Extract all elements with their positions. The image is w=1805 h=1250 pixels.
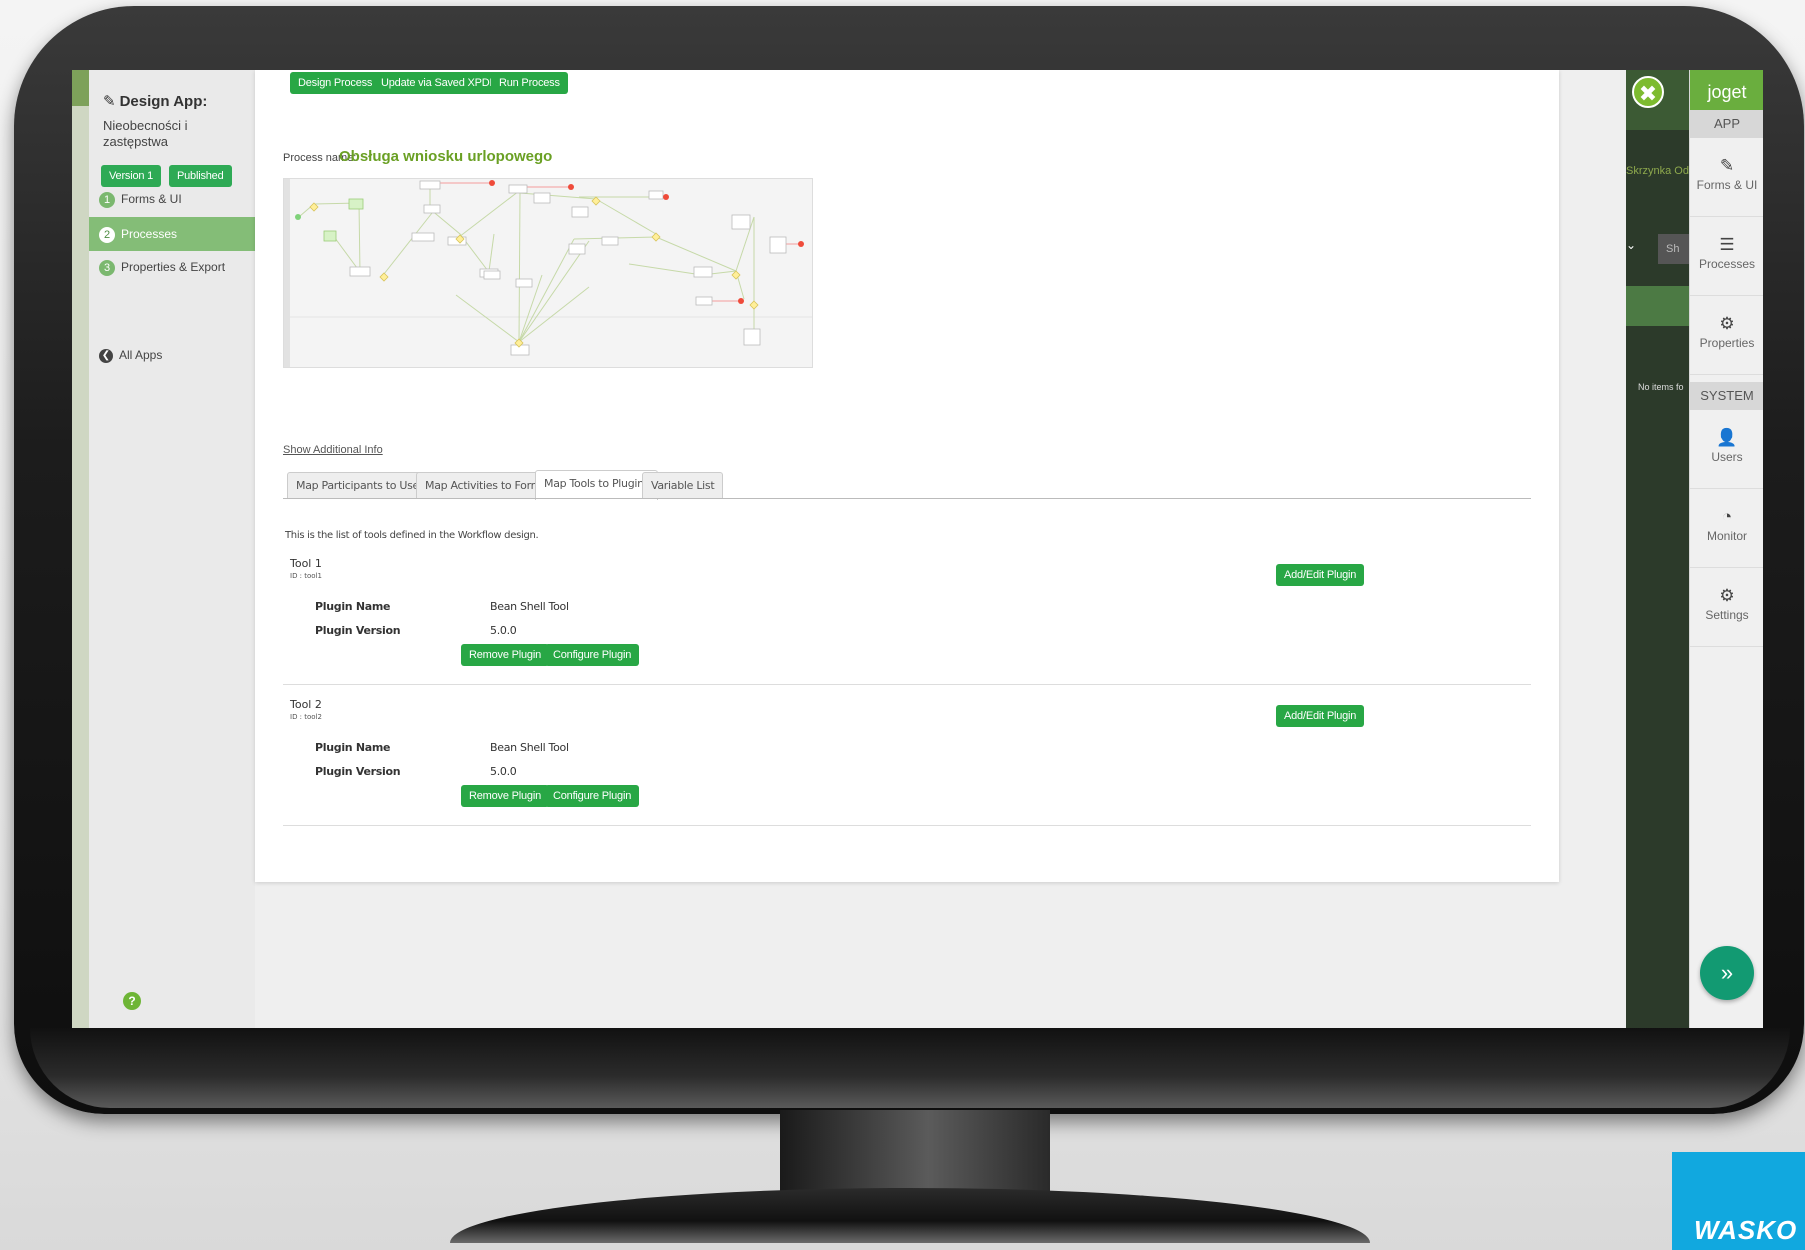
edit-icon: ✎ [1719, 156, 1735, 175]
chevron-down-icon[interactable]: ⌄ [1626, 238, 1648, 260]
admin-item-label: Monitor [1706, 529, 1747, 543]
step-label: Properties & Export [121, 260, 226, 274]
configure-plugin-button[interactable]: Configure Plugin [545, 785, 640, 807]
admin-item-label: Settings [1705, 608, 1749, 622]
monitor-chin [30, 1028, 1790, 1108]
list-icon: ☰ [1719, 235, 1735, 254]
add-edit-plugin-button[interactable]: Add/Edit Plugin [1276, 564, 1365, 586]
plugin-name-label: Plugin Name [315, 741, 391, 754]
step-number: 3 [99, 259, 115, 276]
app-name: Nieobecności i zastępstwa [103, 118, 188, 149]
run-process-button[interactable]: Run Process [491, 72, 568, 94]
user-icon: 👤 [1716, 428, 1738, 447]
tool-id: ID : tool1 [290, 572, 322, 580]
plugin-version-value: 5.0.0 [490, 624, 517, 637]
close-icon[interactable]: ✖ [1632, 76, 1664, 108]
configure-plugin-button[interactable]: Configure Plugin [545, 644, 640, 666]
plugin-version-value: 5.0.0 [490, 765, 517, 778]
monitor-stand-base [450, 1188, 1370, 1243]
process-diagram-thumbnail[interactable] [283, 178, 813, 368]
admin-item-label: Users [1711, 450, 1743, 464]
background-no-items: No items fo [1638, 382, 1684, 392]
admin-item-users[interactable]: 👤 Users [1690, 410, 1763, 489]
step-forms-ui[interactable]: 1 Forms & UI [89, 182, 255, 216]
step-processes[interactable]: 2 Processes [89, 217, 255, 251]
tab-variable-list[interactable]: Variable List [642, 472, 724, 499]
background-app-crumb: Skrzynka Od [1626, 165, 1689, 177]
joget-logo[interactable]: joget [1690, 70, 1763, 110]
admin-item-processes[interactable]: ☰ Processes [1690, 217, 1763, 296]
step-number: 2 [99, 226, 115, 243]
admin-item-monitor[interactable]: ◔ Monitor [1690, 489, 1763, 568]
help-icon[interactable]: ? [123, 992, 141, 1010]
design-process-button[interactable]: Design Process [290, 72, 381, 94]
process-diagram-svg [284, 179, 812, 367]
admin-header-app: APP [1690, 110, 1763, 138]
gear-icon: ⚙ [1719, 314, 1735, 333]
tool-name: Tool 2 [290, 698, 322, 711]
admin-item-properties[interactable]: ⚙ Properties [1690, 296, 1763, 375]
plugin-version-label: Plugin Version [315, 624, 401, 637]
admin-header-system: SYSTEM [1690, 382, 1763, 410]
admin-item-label: Forms & UI [1696, 178, 1758, 192]
update-xpdl-button[interactable]: Update via Saved XPDL [373, 72, 504, 94]
remove-plugin-button[interactable]: Remove Plugin [461, 785, 549, 807]
step-label: Forms & UI [121, 192, 182, 206]
expand-icon[interactable]: » [1700, 946, 1754, 1000]
tool-id: ID : tool2 [290, 713, 322, 721]
tools-description: This is the list of tools defined in the… [285, 530, 539, 541]
process-name: Obsługa wniosku urlopowego [339, 148, 553, 165]
plugin-name-value: Bean Shell Tool [490, 600, 569, 613]
all-apps-label: All Apps [119, 348, 163, 362]
admin-item-settings[interactable]: ⚙ Settings [1690, 568, 1763, 647]
main-panel: Design Process Update via Saved XPDL Run… [255, 70, 1559, 882]
step-number: 1 [99, 191, 115, 208]
plugin-name-label: Plugin Name [315, 600, 391, 613]
tabs-underline [283, 498, 1531, 499]
add-edit-plugin-button[interactable]: Add/Edit Plugin [1276, 705, 1365, 727]
background-left-strip [72, 70, 90, 1028]
all-apps-link[interactable]: ❮ All Apps [99, 348, 162, 363]
remove-plugin-button[interactable]: Remove Plugin [461, 644, 549, 666]
tool-separator [283, 684, 1531, 685]
screen: ✎ Design App: Nieobecności i zastępstwa V… [72, 70, 1763, 1028]
edit-icon: ✎ [103, 93, 116, 110]
admin-bar: joget APP ✎ Forms & UI ☰ Processes ⚙ Proper… [1689, 70, 1763, 1028]
back-arrow-icon: ❮ [99, 348, 113, 363]
admin-item-forms-ui[interactable]: ✎ Forms & UI [1690, 138, 1763, 217]
step-label: Processes [121, 227, 178, 241]
admin-item-label: Processes [1698, 257, 1756, 271]
tool-separator [283, 825, 1531, 826]
tab-map-tools[interactable]: Map Tools to Plugins [535, 470, 659, 500]
plugin-version-label: Plugin Version [315, 765, 401, 778]
cogs-icon: ⚙ [1719, 586, 1735, 605]
dashboard-icon: ◔ [1721, 507, 1733, 526]
design-app-title-text: Design App: [119, 93, 208, 110]
brand-logo: WASKO [1672, 1152, 1805, 1250]
admin-item-label: Properties [1699, 336, 1755, 350]
show-additional-info-link[interactable]: Show Additional Info [283, 444, 383, 456]
joget-logo-text: joget [1707, 82, 1747, 102]
brand-text: WASKO [1694, 1215, 1798, 1245]
plugin-name-value: Bean Shell Tool [490, 741, 569, 754]
design-app-title: ✎ Design App: [103, 92, 207, 110]
tool-name: Tool 1 [290, 557, 322, 570]
builder-sidebar: ✎ Design App: Nieobecności i zastępstwa V… [89, 70, 255, 1028]
step-properties-export[interactable]: 3 Properties & Export [89, 250, 255, 284]
